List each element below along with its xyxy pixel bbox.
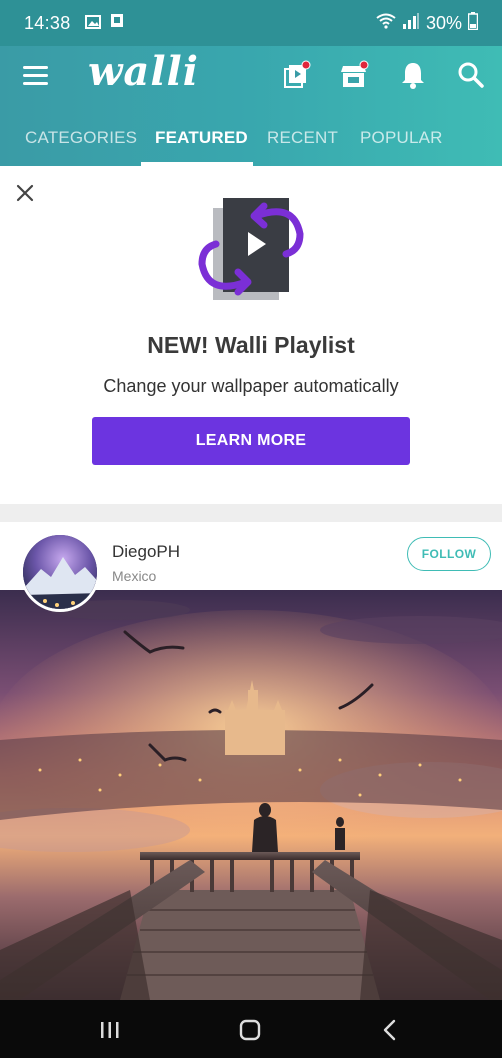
app-bar: walli CATEGORIES FEATURED RECENT POPULAR [0, 46, 502, 166]
tab-featured[interactable]: FEATURED [155, 128, 248, 148]
status-time: 14:38 [24, 12, 71, 33]
learn-more-button[interactable]: LEARN MORE [92, 417, 410, 465]
tab-recent[interactable]: RECENT [267, 128, 338, 148]
promo-title: NEW! Walli Playlist [147, 332, 355, 358]
home-icon[interactable] [238, 1018, 262, 1042]
close-icon[interactable] [14, 182, 36, 204]
tab-categories[interactable]: CATEGORIES [25, 128, 137, 148]
author-name[interactable]: DiegoPH [112, 542, 180, 562]
section-divider [0, 504, 502, 522]
recents-icon[interactable] [98, 1018, 122, 1042]
battery-icon [467, 11, 479, 35]
wifi-icon [376, 13, 396, 34]
playlist-icon[interactable] [283, 60, 313, 90]
playlist-illustration-icon [196, 194, 306, 304]
signal-icon [402, 12, 420, 34]
toolbar: walli [0, 46, 502, 108]
app-notification-icon [109, 13, 125, 34]
menu-icon[interactable] [23, 66, 48, 86]
follow-button[interactable]: FOLLOW [407, 537, 491, 571]
tab-bar: CATEGORIES FEATURED RECENT POPULAR [0, 108, 502, 166]
playlist-promo-card: NEW! Walli Playlist Change your wallpape… [0, 166, 502, 504]
back-icon[interactable] [378, 1018, 402, 1042]
gallery-icon [84, 13, 101, 34]
wallpaper-image[interactable] [0, 590, 502, 1000]
promo-subtitle: Change your wallpaper automatically [103, 376, 399, 396]
tab-popular[interactable]: POPULAR [360, 128, 443, 148]
search-icon[interactable] [456, 60, 486, 90]
system-nav-bar [0, 1000, 502, 1058]
status-bar: 14:38 30% [0, 0, 502, 46]
author-location: Mexico [112, 568, 157, 584]
bell-icon[interactable] [398, 60, 428, 90]
app-logo: walli [88, 48, 199, 95]
shop-icon[interactable] [340, 60, 370, 90]
battery-percent: 30% [425, 12, 462, 33]
avatar[interactable] [20, 532, 100, 612]
